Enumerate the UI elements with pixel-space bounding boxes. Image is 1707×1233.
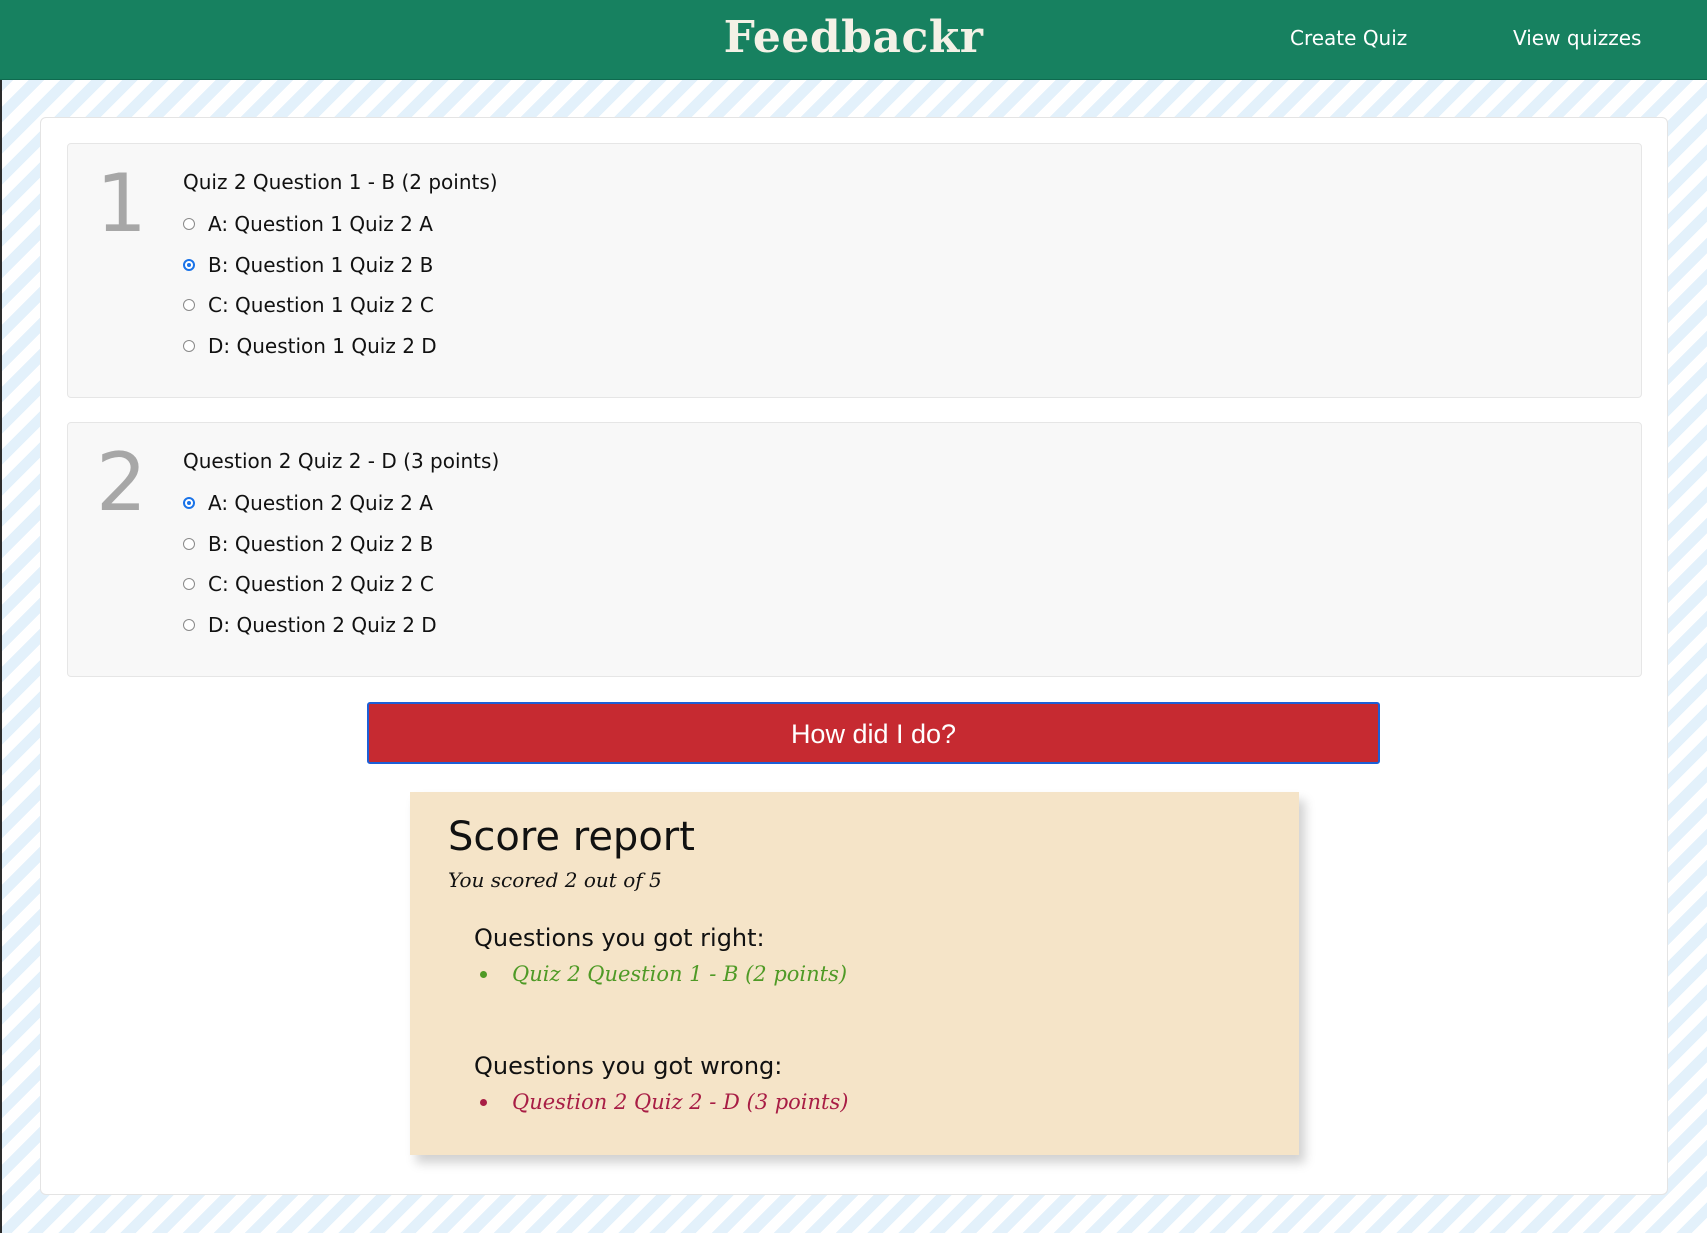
answer-option-label: A: Question 2 Quiz 2 A: [208, 491, 433, 515]
nav-view-quizzes-link[interactable]: View quizzes: [1513, 26, 1641, 50]
radio-button-selected[interactable]: [183, 497, 195, 509]
radio-button[interactable]: [183, 538, 195, 550]
question-card: 1 Quiz 2 Question 1 - B (2 points) A: Qu…: [67, 143, 1642, 398]
top-navbar: Feedbackr Create Quiz View quizzes: [0, 0, 1707, 80]
question-text: Question 2 Quiz 2 - D (3 points): [183, 449, 500, 473]
how-did-i-do-button[interactable]: How did I do?: [367, 702, 1380, 764]
wrong-question-item: Question 2 Quiz 2 - D (3 points): [480, 1090, 848, 1114]
answer-option-label: B: Question 1 Quiz 2 B: [208, 253, 434, 277]
brand-logo[interactable]: Feedbackr: [0, 12, 1707, 63]
answer-option[interactable]: A: Question 2 Quiz 2 A: [183, 491, 433, 515]
radio-button[interactable]: [183, 578, 195, 590]
radio-button[interactable]: [183, 619, 195, 631]
radio-button[interactable]: [183, 299, 195, 311]
score-report: Score report You scored 2 out of 5 Quest…: [410, 792, 1299, 1155]
radio-button-selected[interactable]: [183, 259, 195, 271]
answer-option[interactable]: B: Question 2 Quiz 2 B: [183, 532, 433, 556]
score-summary: You scored 2 out of 5: [448, 868, 662, 892]
answer-option-label: D: Question 1 Quiz 2 D: [208, 334, 437, 358]
answer-option-label: A: Question 1 Quiz 2 A: [208, 212, 433, 236]
question-number: 1: [96, 157, 147, 250]
answer-option[interactable]: C: Question 2 Quiz 2 C: [183, 572, 434, 596]
wrong-questions-heading: Questions you got wrong:: [474, 1052, 783, 1080]
answer-option-label: C: Question 2 Quiz 2 C: [208, 572, 434, 596]
answer-option-label: C: Question 1 Quiz 2 C: [208, 293, 434, 317]
answer-option[interactable]: D: Question 1 Quiz 2 D: [183, 334, 437, 358]
wrong-question-label: Question 2 Quiz 2 - D (3 points): [512, 1090, 849, 1114]
nav-create-quiz-link[interactable]: Create Quiz: [1290, 26, 1407, 50]
correct-question-item: Quiz 2 Question 1 - B (2 points): [480, 962, 847, 986]
radio-button[interactable]: [183, 340, 195, 352]
bullet-icon: [480, 970, 487, 978]
quiz-panel: 1 Quiz 2 Question 1 - B (2 points) A: Qu…: [40, 117, 1668, 1195]
answer-option[interactable]: D: Question 2 Quiz 2 D: [183, 613, 437, 637]
bullet-icon: [480, 1098, 487, 1106]
radio-button[interactable]: [183, 218, 195, 230]
question-card: 2 Question 2 Quiz 2 - D (3 points) A: Qu…: [67, 422, 1642, 677]
question-number: 2: [96, 436, 147, 529]
answer-option[interactable]: A: Question 1 Quiz 2 A: [183, 212, 433, 236]
window-edge: [0, 0, 2, 1233]
answer-option[interactable]: C: Question 1 Quiz 2 C: [183, 293, 434, 317]
score-report-title: Score report: [448, 814, 695, 860]
answer-option[interactable]: B: Question 1 Quiz 2 B: [183, 253, 433, 277]
answer-option-label: D: Question 2 Quiz 2 D: [208, 613, 437, 637]
correct-question-label: Quiz 2 Question 1 - B (2 points): [512, 962, 848, 986]
answer-option-label: B: Question 2 Quiz 2 B: [208, 532, 434, 556]
correct-questions-heading: Questions you got right:: [474, 924, 765, 952]
question-text: Quiz 2 Question 1 - B (2 points): [183, 170, 498, 194]
